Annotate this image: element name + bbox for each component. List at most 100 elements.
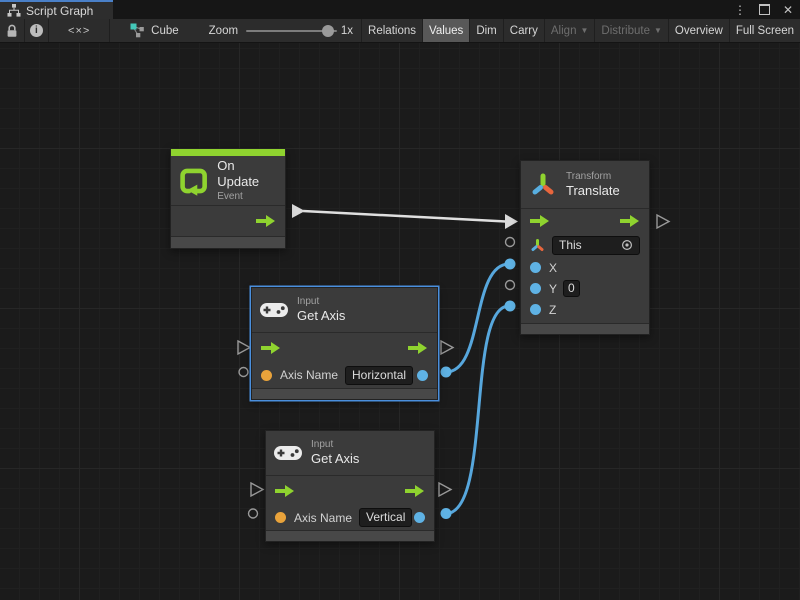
value-out-port-dot[interactable] xyxy=(417,370,428,381)
node-footer xyxy=(266,530,434,541)
chevron-down-icon: ▼ xyxy=(654,26,662,35)
flow-out-arrow-icon[interactable] xyxy=(256,215,276,227)
flow-out-arrow-icon[interactable] xyxy=(408,342,428,354)
flow-out-arrow-icon[interactable] xyxy=(405,485,425,497)
maximize-icon[interactable] xyxy=(759,4,770,15)
wire-vertical-to-z[interactable] xyxy=(446,306,509,514)
port-in-z-translate[interactable] xyxy=(505,301,516,312)
zoom-slider[interactable] xyxy=(246,30,337,32)
object-picker-icon[interactable] xyxy=(621,239,633,251)
node-category: Transform xyxy=(566,170,620,183)
graph-canvas[interactable]: On Update Event Transform Translate xyxy=(0,43,800,600)
gamepad-icon xyxy=(259,300,289,320)
flow-in-arrow-icon[interactable] xyxy=(261,342,281,354)
port-out-flow-onupdate[interactable] xyxy=(292,204,305,218)
node-on-update[interactable]: On Update Event xyxy=(170,148,286,249)
port-out-value-getaxis-v[interactable] xyxy=(441,508,452,519)
node-subtitle: Event xyxy=(217,190,275,203)
tab-script-graph[interactable]: Script Graph xyxy=(0,0,113,19)
port-in-flow-getaxis-v[interactable] xyxy=(251,483,263,496)
full-screen-label: Full Screen xyxy=(736,25,794,37)
info-icon: i xyxy=(30,24,43,37)
port-in-target-translate[interactable] xyxy=(506,238,515,247)
port-in-y-translate[interactable] xyxy=(506,281,515,290)
align-dropdown[interactable]: Align ▼ xyxy=(544,19,595,42)
code-icon: <×> xyxy=(68,25,90,37)
axis-name-port-dot[interactable] xyxy=(261,370,272,381)
relations-label: Relations xyxy=(368,25,416,37)
axis-name-field[interactable]: Vertical xyxy=(359,508,412,527)
node-get-axis-horizontal[interactable]: Input Get Axis Axis Name Horizontal xyxy=(251,287,438,400)
values-button[interactable]: Values xyxy=(422,19,469,42)
zoom-label: Zoom xyxy=(209,19,238,42)
event-strip xyxy=(171,149,285,156)
close-icon[interactable]: ✕ xyxy=(783,4,793,16)
y-value-field[interactable]: 0 xyxy=(563,280,580,297)
z-port-dot[interactable] xyxy=(530,304,541,315)
z-port-label: Z xyxy=(549,303,556,317)
distribute-label: Distribute xyxy=(601,25,650,37)
flow-in-arrow-icon[interactable] xyxy=(530,215,550,227)
port-out-flow-getaxis-h[interactable] xyxy=(441,341,453,354)
wire-flow-onupdate-translate[interactable] xyxy=(303,211,506,222)
node-get-axis-vertical[interactable]: Input Get Axis Axis Name Vertical xyxy=(265,430,435,542)
node-title: Get Axis xyxy=(311,451,359,467)
node-footer xyxy=(171,236,285,248)
node-title: Get Axis xyxy=(297,308,345,324)
node-footer xyxy=(521,323,649,334)
graph-target-icon xyxy=(130,23,145,38)
zoom-slider-handle[interactable] xyxy=(322,25,334,37)
carry-label: Carry xyxy=(510,25,538,37)
dim-button[interactable]: Dim xyxy=(469,19,502,42)
node-title: On Update xyxy=(217,158,275,191)
toolbar: i <×> Cube Zoom 1x Relations Values Dim … xyxy=(0,19,800,43)
transform-mini-icon[interactable] xyxy=(530,238,545,253)
wire-horizontal-to-x[interactable] xyxy=(446,264,509,372)
port-in-axisname-getaxis-h[interactable] xyxy=(239,368,248,377)
title-bar: Script Graph ⋮ ✕ xyxy=(0,0,800,19)
tab-title: Script Graph xyxy=(26,4,93,18)
port-out-flow-translate[interactable] xyxy=(657,215,669,228)
flow-out-arrow-icon[interactable] xyxy=(620,215,640,227)
align-label: Align xyxy=(551,25,577,37)
node-footer xyxy=(252,388,437,399)
lock-button[interactable] xyxy=(0,19,25,42)
port-in-axisname-getaxis-v[interactable] xyxy=(249,509,258,518)
lock-icon xyxy=(6,24,18,38)
x-port-label: X xyxy=(549,261,557,275)
zoom-value: 1x xyxy=(341,19,353,42)
axis-name-field[interactable]: Horizontal xyxy=(345,366,413,385)
embed-code-button[interactable]: <×> xyxy=(49,19,110,42)
value-out-port-dot[interactable] xyxy=(414,512,425,523)
inspect-button[interactable]: i xyxy=(25,19,50,42)
graph-target-label: Cube xyxy=(151,25,179,37)
transform-icon xyxy=(528,170,558,200)
node-translate[interactable]: Transform Translate This xyxy=(520,160,650,335)
node-category: Input xyxy=(297,295,345,308)
this-field-value: This xyxy=(559,237,582,254)
full-screen-button[interactable]: Full Screen xyxy=(729,19,800,42)
this-field[interactable]: This xyxy=(552,236,640,255)
gamepad-icon xyxy=(273,443,303,463)
chevron-down-icon: ▼ xyxy=(580,26,588,35)
port-out-flow-getaxis-v[interactable] xyxy=(439,483,451,496)
y-port-label: Y xyxy=(549,282,557,296)
carry-button[interactable]: Carry xyxy=(503,19,544,42)
port-out-value-getaxis-h[interactable] xyxy=(441,367,452,378)
axis-name-port-dot[interactable] xyxy=(275,512,286,523)
graph-target[interactable]: Cube xyxy=(130,19,179,42)
values-label: Values xyxy=(429,25,463,37)
node-category: Input xyxy=(311,438,359,451)
loop-event-icon xyxy=(178,164,209,198)
menu-icon[interactable]: ⋮ xyxy=(734,4,746,16)
distribute-dropdown[interactable]: Distribute ▼ xyxy=(594,19,668,42)
x-port-dot[interactable] xyxy=(530,262,541,273)
flow-in-arrow-icon[interactable] xyxy=(275,485,295,497)
node-title: Translate xyxy=(566,183,620,199)
port-in-x-translate[interactable] xyxy=(505,259,516,270)
port-in-flow-translate[interactable] xyxy=(505,214,518,229)
port-in-flow-getaxis-h[interactable] xyxy=(238,341,250,354)
overview-button[interactable]: Overview xyxy=(668,19,729,42)
y-port-dot[interactable] xyxy=(530,283,541,294)
relations-button[interactable]: Relations xyxy=(361,19,422,42)
